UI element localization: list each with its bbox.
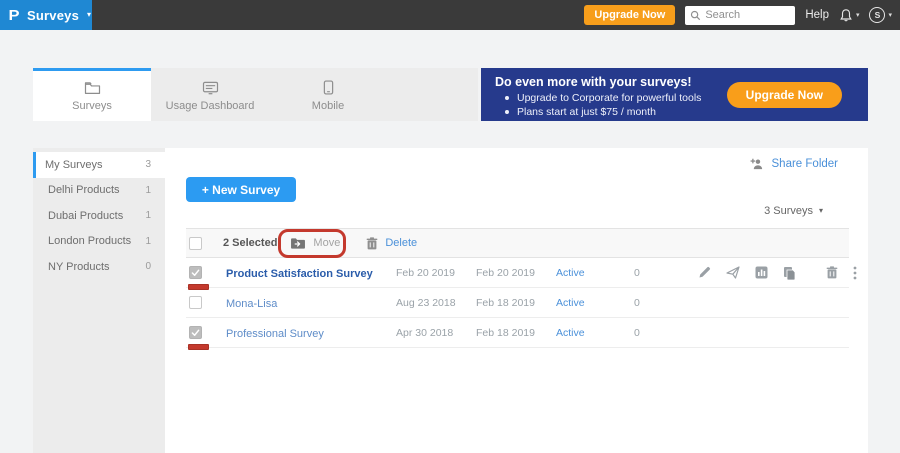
mobile-icon [323,80,334,95]
folder-label: Delhi Products [48,184,120,196]
bulk-actions-toolbar: 2 Selected Move Delete [186,228,849,258]
survey-title-link[interactable]: Mona-Lisa [226,298,277,310]
row-checkbox[interactable] [189,296,202,309]
top-navbar: P Surveys ▾ Upgrade Now Help ▾ S ▾ [0,0,900,30]
tab-label: Surveys [72,100,112,112]
avatar: S [869,7,885,23]
created-date: Feb 20 2019 [396,267,476,279]
move-label: Move [313,237,340,249]
search-icon [690,10,701,21]
share-person-icon [750,158,765,170]
table-row: Mona-Lisa Aug 23 2018 Feb 18 2019 Active… [186,288,849,318]
app-switcher[interactable]: P Surveys ▾ [0,0,92,30]
sidebar-item-london-products[interactable]: London Products 1 [33,229,165,255]
help-link[interactable]: Help [805,9,829,21]
status-badge[interactable]: Active [556,327,634,339]
share-folder-link[interactable]: Share Folder [750,158,838,170]
account-menu[interactable]: S ▾ [869,7,892,23]
status-badge[interactable]: Active [556,267,634,279]
move-button[interactable]: Move [290,237,340,250]
tab-label: Usage Dashboard [166,100,255,112]
surveys-count-label: 3 Surveys [764,205,813,217]
modified-date: Feb 18 2019 [476,327,556,339]
folder-label: NY Products [48,261,110,273]
send-icon[interactable] [726,266,740,279]
surveys-panel: Share Folder + New Survey 3 Surveys ▾ 2 … [165,148,868,453]
dashboard-icon [202,81,219,95]
navbar-right-cluster: Upgrade Now Help ▾ S ▾ [584,5,900,25]
surveys-count-dropdown[interactable]: 3 Surveys ▾ [764,205,823,217]
proprofs-logo: P [8,7,19,24]
banner-upgrade-button[interactable]: Upgrade Now [727,82,842,108]
folder-count: 0 [145,261,151,272]
folder-label: My Surveys [45,159,102,171]
new-survey-button[interactable]: + New Survey [186,177,296,202]
modified-date: Feb 18 2019 [476,297,556,309]
sidebar-item-dubai-products[interactable]: Dubai Products 1 [33,203,165,229]
chevron-down-icon: ▾ [888,11,892,19]
select-all-checkbox[interactable] [189,237,202,250]
search-box[interactable] [685,6,795,25]
chevron-down-icon: ▾ [87,11,91,19]
folders-sidebar: My Surveys 3 Delhi Products 1 Dubai Prod… [33,148,165,453]
survey-title-link[interactable]: Product Satisfaction Survey [226,268,373,280]
folder-label: Dubai Products [48,210,123,222]
folder-icon [84,81,101,95]
folder-count: 1 [145,185,151,196]
sidebar-item-delhi-products[interactable]: Delhi Products 1 [33,178,165,204]
upgrade-now-button[interactable]: Upgrade Now [584,5,675,25]
search-input[interactable] [705,9,790,21]
tab-usage-dashboard[interactable]: Usage Dashboard [151,68,269,121]
notifications-menu[interactable]: ▾ [839,8,860,23]
tab-surveys[interactable]: Surveys [33,68,151,121]
folder-move-icon [290,237,306,250]
chevron-down-icon: ▾ [856,11,860,19]
delete-button[interactable]: Delete [366,237,417,250]
chevron-down-icon: ▾ [819,207,823,215]
responses-count: 0 [634,297,684,309]
responses-count: 0 [634,267,684,279]
folder-label: London Products [48,235,131,247]
folder-count: 1 [145,236,151,247]
annotation-underline [188,344,209,350]
duplicate-copy-icon[interactable] [783,266,796,280]
surveys-table: 2 Selected Move Delete P [186,228,849,348]
delete-label: Delete [385,237,417,249]
folder-count: 3 [145,159,151,170]
selected-count-label: 2 Selected [223,237,277,249]
share-folder-label: Share Folder [772,158,838,170]
tab-label: Mobile [312,100,344,112]
sidebar-item-ny-products[interactable]: NY Products 0 [33,254,165,280]
row-checkbox[interactable] [189,326,202,339]
survey-title-link[interactable]: Professional Survey [226,328,324,340]
sidebar-item-my-surveys[interactable]: My Surveys 3 [33,152,165,178]
row-actions [684,265,849,281]
table-row: Product Satisfaction Survey Feb 20 2019 … [186,258,849,288]
product-name: Surveys [27,8,79,23]
promo-banner: Do even more with your surveys! Upgrade … [481,68,868,121]
tab-strip: Surveys Usage Dashboard Mobile [33,68,478,121]
created-date: Aug 23 2018 [396,297,476,309]
row-checkbox[interactable] [189,266,202,279]
created-date: Apr 30 2018 [396,327,476,339]
status-badge[interactable]: Active [556,297,634,309]
folder-count: 1 [145,210,151,221]
trash-icon [366,237,378,250]
kebab-menu-icon[interactable] [853,266,857,280]
responses-count: 0 [634,327,684,339]
row-trash-icon[interactable] [826,266,838,279]
edit-pencil-icon[interactable] [698,266,711,279]
modified-date: Feb 20 2019 [476,267,556,279]
tab-mobile[interactable]: Mobile [269,68,387,121]
table-row: Professional Survey Apr 30 2018 Feb 18 2… [186,318,849,348]
reports-chart-icon[interactable] [755,266,768,279]
bell-icon [839,8,853,23]
